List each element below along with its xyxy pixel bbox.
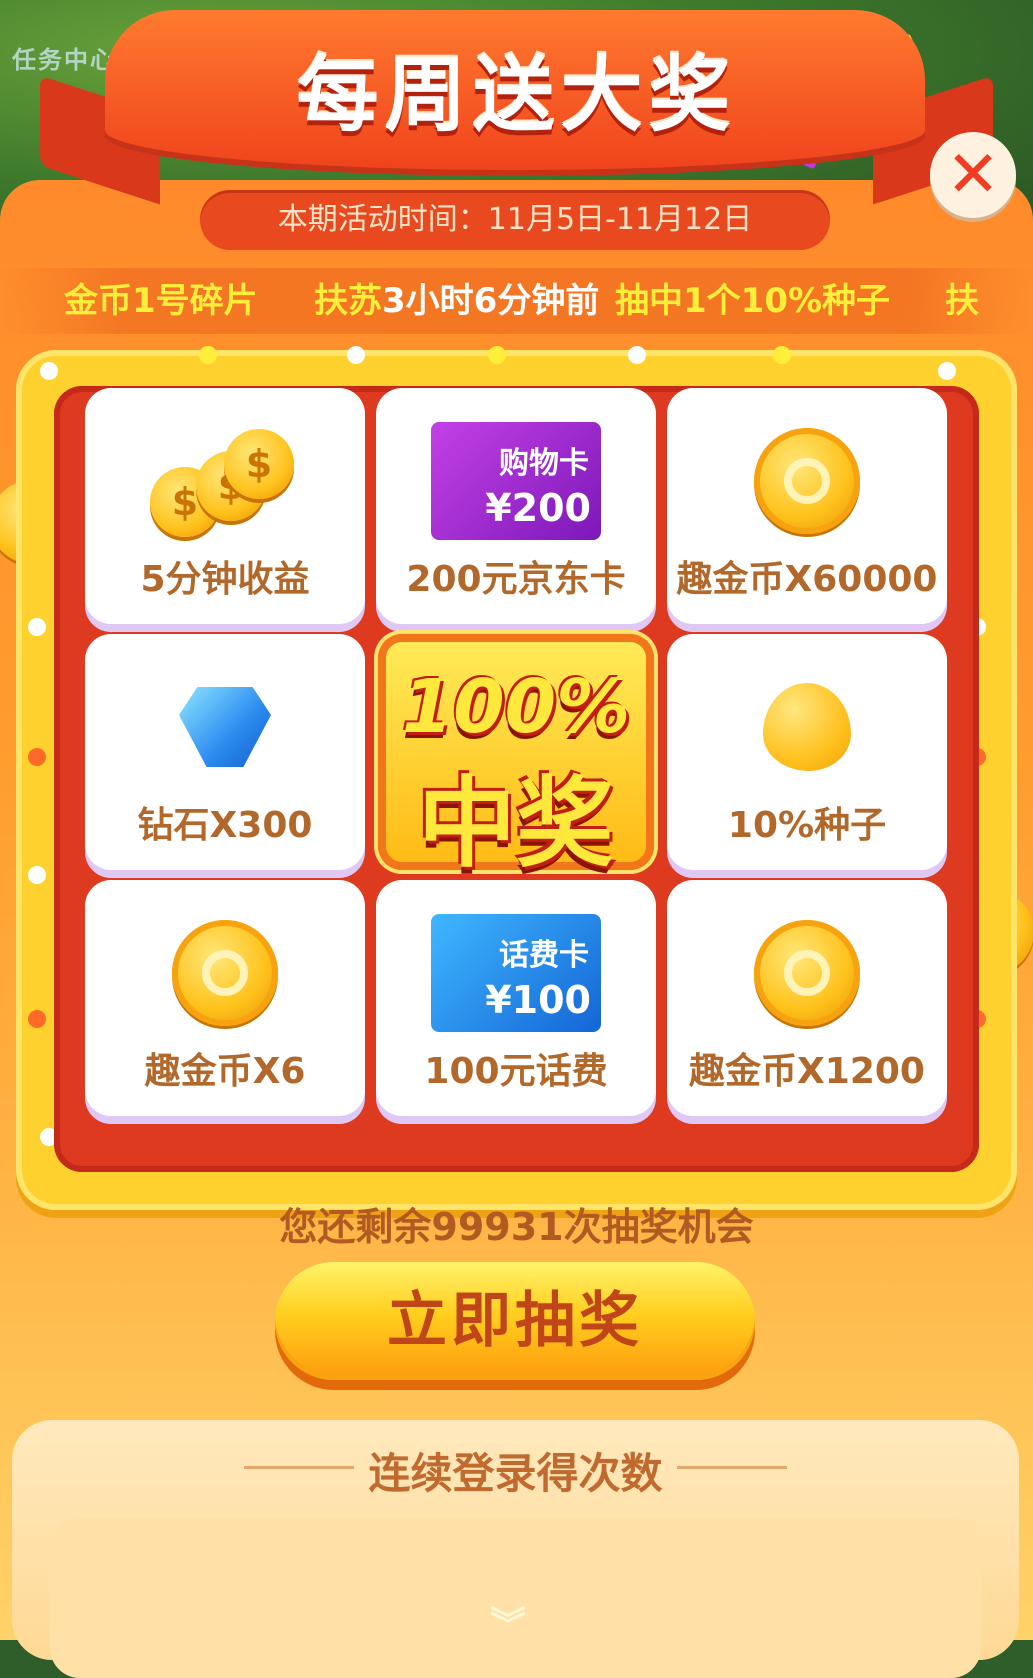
prize-label: 趣金币X6 bbox=[144, 1051, 306, 1092]
center-draw-tile[interactable]: 100% 中奖 bbox=[378, 634, 654, 881]
prize-cell-phone-card[interactable]: 话费卡 ¥100 100元话费 bbox=[376, 880, 656, 1116]
light-dot bbox=[40, 362, 58, 380]
prize-cell-jd-card[interactable]: 购物卡 ¥200 200元京东卡 bbox=[376, 388, 656, 624]
marquee-item: 金币1号碎片 bbox=[64, 281, 258, 321]
prize-cell-seed[interactable]: 10%种子 bbox=[667, 634, 947, 870]
shopping-card-icon: 购物卡 ¥200 bbox=[431, 422, 601, 540]
light-dot bbox=[28, 866, 46, 884]
light-dot bbox=[347, 346, 365, 364]
diamond-icon bbox=[179, 687, 271, 767]
prize-cell-coins-60000[interactable]: 趣金币X60000 bbox=[667, 388, 947, 624]
light-dot bbox=[773, 346, 791, 364]
light-dot bbox=[628, 346, 646, 364]
light-dot bbox=[938, 362, 956, 380]
light-dot bbox=[199, 346, 217, 364]
center-percent-text: 100% bbox=[401, 664, 631, 750]
phone-card-icon: 话费卡 ¥100 bbox=[431, 914, 601, 1032]
prize-label: 钻石X300 bbox=[137, 805, 313, 846]
prize-label: 趣金币X60000 bbox=[676, 559, 938, 600]
prize-label: 200元京东卡 bbox=[406, 559, 626, 600]
prize-cell-coins-1200[interactable]: 趣金币X1200 bbox=[667, 880, 947, 1116]
prize-cell-5min-earnings[interactable]: $ $ $ 5分钟收益 bbox=[85, 388, 365, 624]
chevron-down-icon[interactable]: ︾ bbox=[490, 1596, 526, 1648]
remaining-chances-text: 您还剩余99931次抽奖机会 bbox=[279, 1205, 754, 1249]
seed-icon bbox=[763, 683, 851, 771]
qu-coin-icon bbox=[754, 428, 860, 534]
marquee-result: 抽中1个10%种子 bbox=[615, 281, 891, 321]
marquee-time: 3小时6分钟前 bbox=[382, 281, 600, 321]
qu-coin-icon bbox=[172, 920, 278, 1026]
light-dot bbox=[28, 748, 46, 766]
light-dot bbox=[28, 618, 46, 636]
prize-cell-coins-6[interactable]: 趣金币X6 bbox=[85, 880, 365, 1116]
draw-now-button[interactable]: 立即抽奖 bbox=[275, 1262, 755, 1380]
activity-period: 本期活动时间：11月5日-11月12日 bbox=[200, 190, 830, 250]
prize-label: 10%种子 bbox=[727, 805, 887, 846]
light-dot bbox=[28, 1010, 46, 1028]
center-win-text: 中奖 bbox=[417, 767, 614, 881]
marquee-user: 扶苏 bbox=[314, 281, 382, 321]
prize-label: 趣金币X1200 bbox=[689, 1051, 925, 1092]
coin-stack-icon: $ $ $ bbox=[150, 421, 300, 541]
marquee-next: 扶 bbox=[945, 281, 979, 321]
qu-coin-icon bbox=[754, 920, 860, 1026]
page-title: 每周送大奖 bbox=[296, 48, 737, 143]
light-dot bbox=[488, 346, 506, 364]
prize-label: 5分钟收益 bbox=[140, 559, 310, 600]
prize-cell-diamond[interactable]: 钻石X300 bbox=[85, 634, 365, 870]
close-button[interactable]: ✕ bbox=[930, 132, 1016, 218]
divider-line bbox=[677, 1466, 787, 1469]
login-streak-title: 连续登录得次数 bbox=[368, 1449, 663, 1498]
close-icon: ✕ bbox=[946, 138, 1000, 212]
prize-label: 100元话费 bbox=[424, 1051, 608, 1092]
winner-marquee: 金币1号碎片 扶苏 3小时6分钟前 抽中1个10%种子 扶 bbox=[0, 268, 1033, 334]
prize-board: $ $ $ 5分钟收益 购物卡 ¥200 200元京东卡 趣金币X60000 bbox=[16, 346, 1017, 1210]
